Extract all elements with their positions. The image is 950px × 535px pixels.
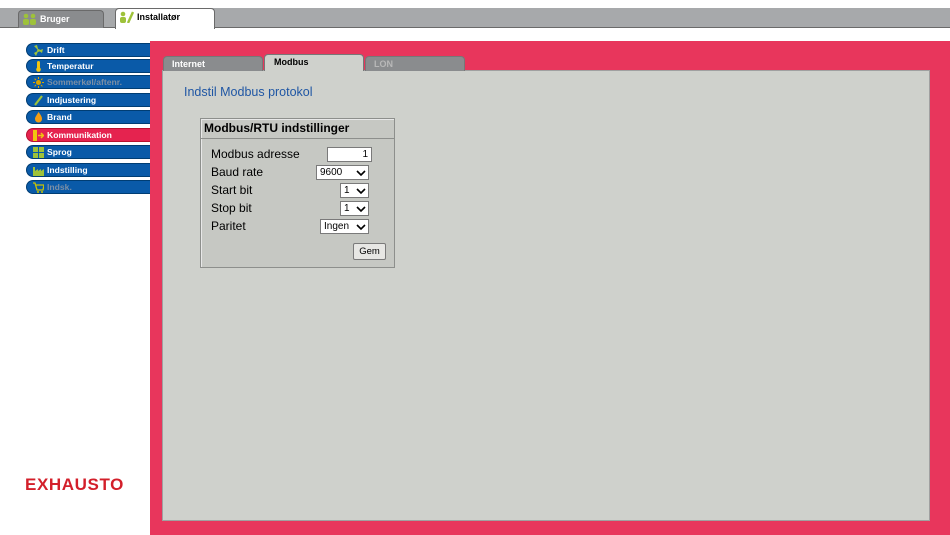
sidebar-item-label: Indsk. (47, 182, 72, 192)
stop-bit-value: 1 (344, 203, 350, 214)
baud-rate-value: 9600 (320, 167, 343, 178)
tab-internet[interactable]: Internet (163, 56, 263, 71)
sidebar-item-label: Drift (47, 45, 65, 55)
chevron-down-icon (356, 170, 366, 177)
tab-bruger[interactable]: Bruger (18, 10, 104, 28)
fire-icon (35, 112, 42, 123)
chevron-down-icon (356, 206, 366, 213)
start-bit-value: 1 (344, 185, 350, 196)
tab-label: Modbus (274, 57, 309, 67)
paritet-select[interactable]: Ingen (320, 219, 369, 234)
modbus-address-label: Modbus adresse (211, 147, 300, 161)
sidebar-item-indsk[interactable]: Indsk. (26, 180, 151, 194)
baud-rate-label: Baud rate (211, 165, 264, 179)
sidebar-item-drift[interactable]: Drift (26, 43, 151, 57)
sidebar-item-label: Sommerkøl/aftenr. (47, 77, 122, 87)
modbus-settings-box: Modbus/RTU indstillinger Modbus adresse … (200, 118, 395, 268)
save-button[interactable]: Gem (353, 243, 386, 260)
sidebar-item-sommerkol[interactable]: Sommerkøl/aftenr. (26, 75, 151, 89)
sidebar-item-label: Sprog (47, 147, 72, 157)
paritet-label: Paritet (211, 219, 246, 233)
tab-label: Installatør (137, 12, 181, 22)
language-grid-icon (33, 147, 44, 158)
fan-icon (34, 45, 43, 56)
paritet-value: Ingen (324, 221, 350, 232)
cart-icon (33, 182, 44, 193)
wrench-icon (34, 95, 43, 106)
tab-lon[interactable]: LON (365, 56, 465, 71)
chevron-down-icon (356, 224, 366, 231)
baud-rate-select[interactable]: 9600 (316, 165, 369, 180)
start-bit-select[interactable]: 1 (340, 183, 369, 198)
tab-modbus[interactable]: Modbus (264, 54, 364, 71)
sidebar-item-label: Indjustering (47, 95, 97, 105)
modbus-address-input[interactable]: 1 (327, 147, 372, 162)
sidebar-item-temperatur[interactable]: Temperatur (26, 59, 151, 73)
user-tab-bar: Bruger Installatør (0, 0, 950, 29)
sun-icon (33, 77, 44, 88)
sidebar-item-kommunikation[interactable]: Kommunikation (26, 128, 154, 142)
communication-icon (33, 130, 44, 141)
sidebar-item-label: Temperatur (47, 61, 94, 71)
settings-title: Modbus/RTU indstillinger (204, 121, 350, 135)
sidebar-item-indjustering[interactable]: Indjustering (26, 93, 151, 107)
sidebar-item-label: Kommunikation (47, 130, 112, 140)
tab-label: LON (374, 59, 393, 69)
sidebar-item-label: Brand (47, 112, 72, 122)
exhausto-logo: EXHAUSTO (25, 475, 124, 494)
sidebar-item-indstilling[interactable]: Indstilling (26, 163, 151, 177)
stop-bit-select[interactable]: 1 (340, 201, 369, 216)
factory-icon (33, 167, 44, 176)
sidebar-item-sprog[interactable]: Sprog (26, 145, 151, 159)
divider (201, 138, 394, 139)
tab-label: Internet (172, 59, 206, 69)
page-title: Indstil Modbus protokol (184, 85, 313, 99)
stop-bit-label: Stop bit (211, 201, 252, 215)
sidebar-item-brand[interactable]: Brand (26, 110, 151, 124)
users-icon (23, 13, 36, 25)
sidebar-item-label: Indstilling (47, 165, 88, 175)
tab-installator[interactable]: Installatør (115, 8, 215, 29)
chevron-down-icon (356, 188, 366, 195)
start-bit-label: Start bit (211, 183, 253, 197)
thermometer-icon (36, 61, 41, 72)
tab-label: Bruger (40, 14, 70, 24)
installer-tools-icon (120, 11, 134, 23)
